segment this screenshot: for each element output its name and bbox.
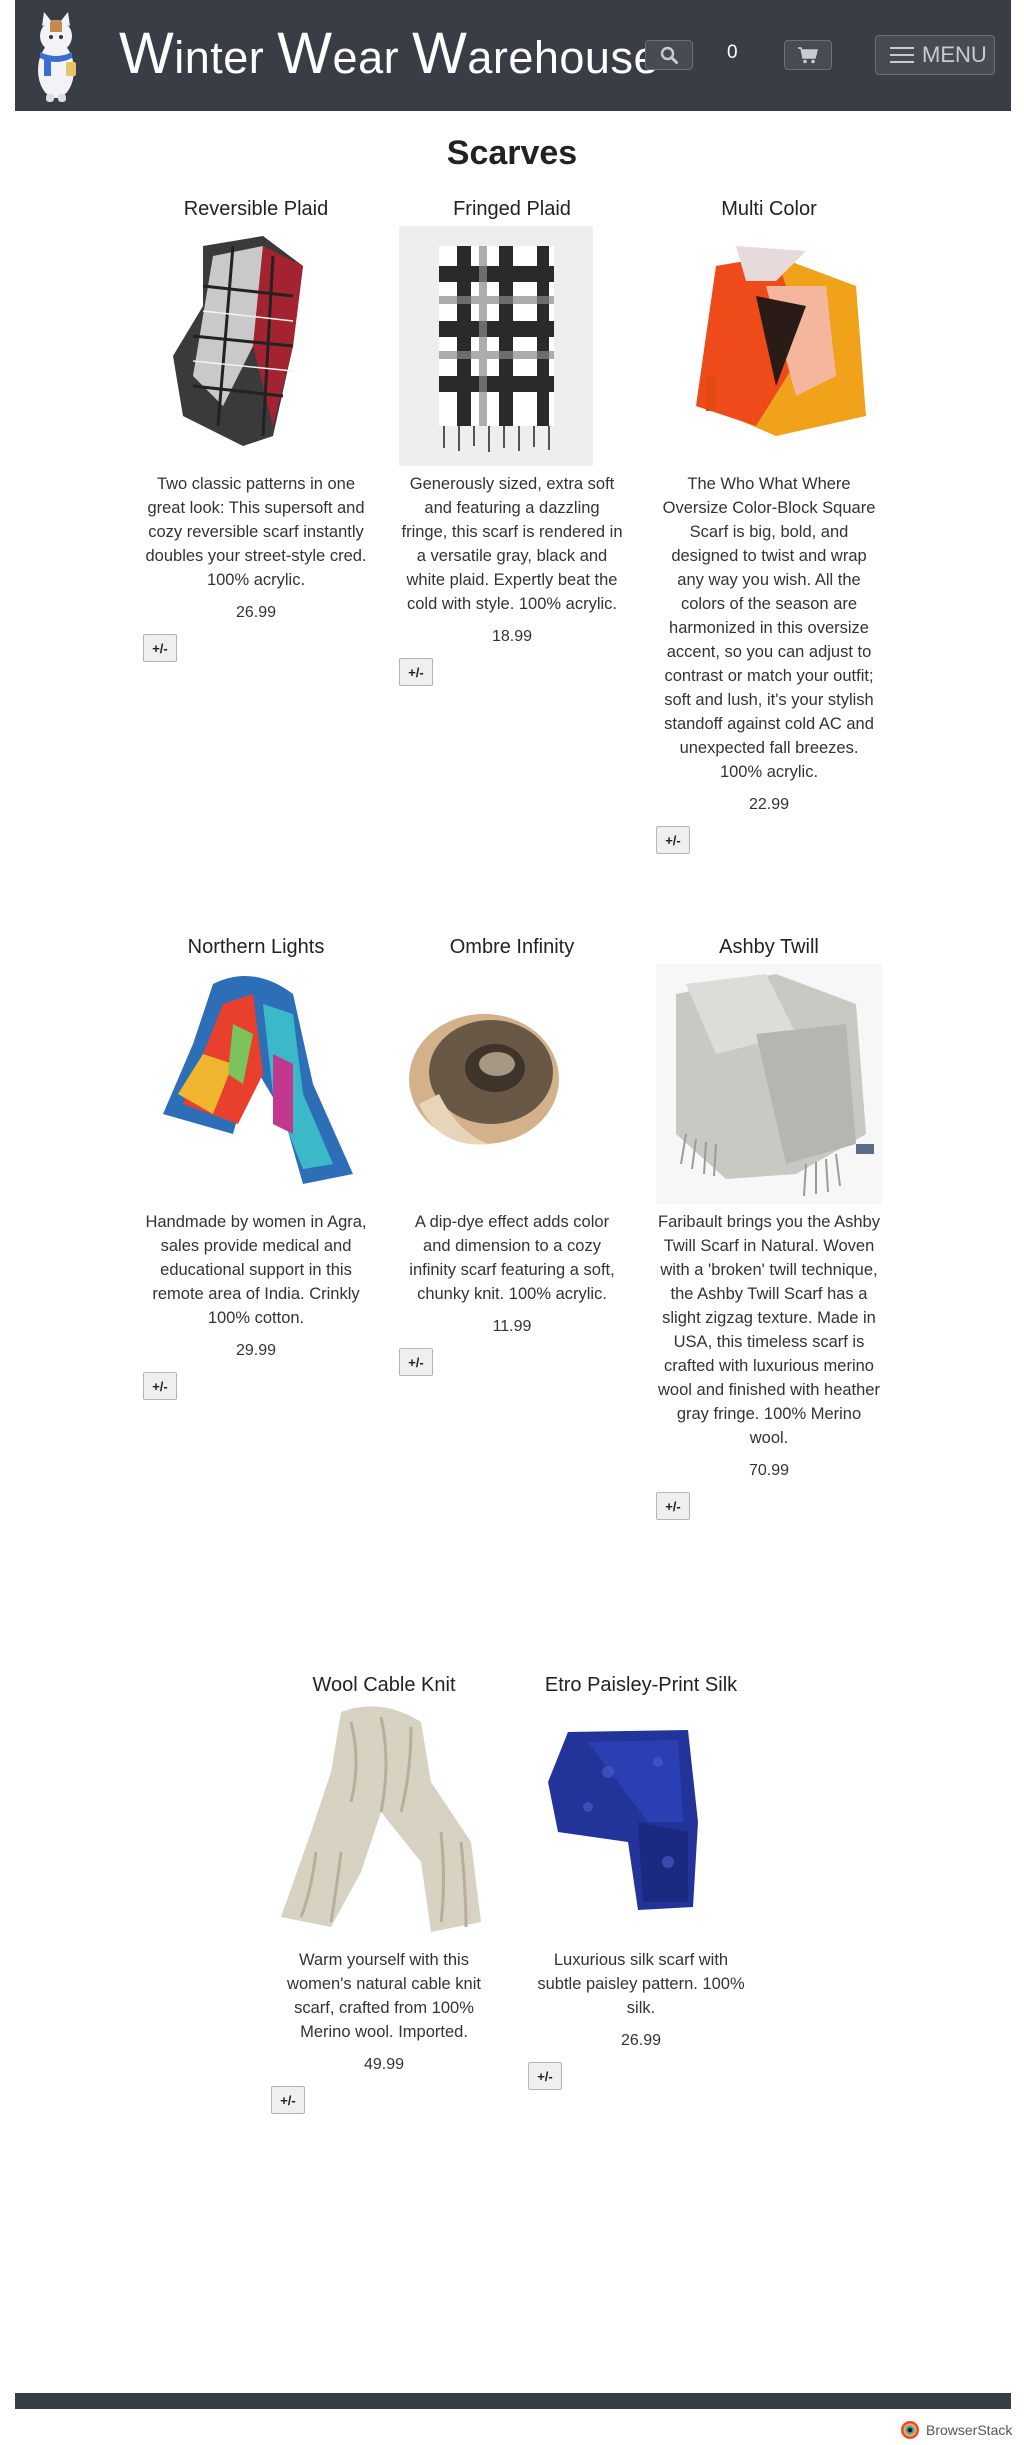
search-icon [660, 46, 678, 64]
quantity-toggle-button[interactable]: +/- [271, 2086, 305, 2114]
product-image[interactable] [399, 964, 625, 1204]
product-price: 18.99 [491, 628, 533, 645]
quantity-toggle-button[interactable]: +/- [399, 1348, 433, 1376]
product-card: Ashby Twill Faribault brings you the Ash… [656, 930, 882, 1520]
product-description: Handmade by women in Agra, sales provide… [145, 1213, 367, 1327]
product-title[interactable]: Etro Paisley-Print Silk [528, 1668, 754, 1702]
product-price: 29.99 [235, 1342, 277, 1359]
product-card: Reversible Plaid Two classic patterns in… [143, 192, 369, 662]
product-title[interactable]: Wool Cable Knit [271, 1668, 497, 1702]
quantity-toggle-button[interactable]: +/- [143, 634, 177, 662]
page-title: Scarves [446, 134, 578, 172]
product-title[interactable]: Reversible Plaid [143, 192, 369, 226]
product-price: 70.99 [748, 1462, 790, 1479]
product-price: 26.99 [620, 2032, 662, 2049]
browserstack-label: BrowserStack [926, 2422, 1013, 2438]
product-image[interactable] [528, 1702, 754, 1942]
product-image[interactable] [656, 226, 882, 466]
product-image[interactable] [271, 1702, 497, 1942]
cart-count: 0 [727, 42, 738, 63]
product-price: 49.99 [363, 2056, 405, 2073]
product-card: Etro Paisley-Print Silk Luxurious silk s… [528, 1668, 754, 2090]
site-brand[interactable]: Winter Wear Warehouse [119, 20, 659, 87]
product-description: Two classic patterns in one great look: … [145, 475, 367, 589]
search-button[interactable] [645, 40, 693, 70]
hamburger-icon [890, 47, 914, 63]
top-navbar: Winter Wear Warehouse 0 MENU [15, 0, 1011, 111]
product-card: Ombre Infinity A dip-dye effect adds col… [399, 930, 625, 1376]
product-description: Luxurious silk scarf with subtle paisley… [537, 1951, 745, 2017]
product-image[interactable] [399, 226, 625, 466]
footer-bar [15, 2393, 1011, 2409]
browserstack-logo-icon [901, 2421, 919, 2439]
cart-icon [798, 47, 818, 64]
browserstack-badge[interactable]: BrowserStack [900, 2420, 1012, 2440]
cart-button[interactable] [784, 40, 832, 70]
product-title[interactable]: Ashby Twill [656, 930, 882, 964]
product-price: 26.99 [235, 604, 277, 621]
quantity-toggle-button[interactable]: +/- [528, 2062, 562, 2090]
product-image[interactable] [143, 964, 369, 1204]
product-title[interactable]: Northern Lights [143, 930, 369, 964]
product-card: Multi Color The Who What Where Oversize … [656, 192, 882, 854]
product-title[interactable]: Fringed Plaid [399, 192, 625, 226]
product-image[interactable] [143, 226, 369, 466]
product-description: Generously sized, extra soft and featuri… [401, 475, 623, 613]
product-price: 22.99 [748, 796, 790, 813]
quantity-toggle-button[interactable]: +/- [143, 1372, 177, 1400]
product-description: A dip-dye effect adds color and dimensio… [409, 1213, 615, 1303]
menu-label: MENU [922, 42, 987, 67]
product-image[interactable] [656, 964, 882, 1204]
product-description: The Who What Where Oversize Color-Block … [662, 475, 876, 781]
product-card: Fringed Plaid Generously sized, extra so… [399, 192, 625, 686]
menu-button[interactable]: MENU [875, 35, 995, 75]
product-description: Faribault brings you the Ashby Twill Sca… [658, 1213, 880, 1447]
cat-mascot-logo[interactable] [30, 8, 82, 104]
product-card: Northern Lights Handmade by women in Agr… [143, 930, 369, 1400]
product-card: Wool Cable Knit Warm yourself with this … [271, 1668, 497, 2114]
quantity-toggle-button[interactable]: +/- [656, 826, 690, 854]
quantity-toggle-button[interactable]: +/- [656, 1492, 690, 1520]
product-description: Warm yourself with this women's natural … [287, 1951, 481, 2041]
quantity-toggle-button[interactable]: +/- [399, 658, 433, 686]
product-title[interactable]: Multi Color [656, 192, 882, 226]
product-title[interactable]: Ombre Infinity [399, 930, 625, 964]
product-price: 11.99 [492, 1318, 532, 1335]
